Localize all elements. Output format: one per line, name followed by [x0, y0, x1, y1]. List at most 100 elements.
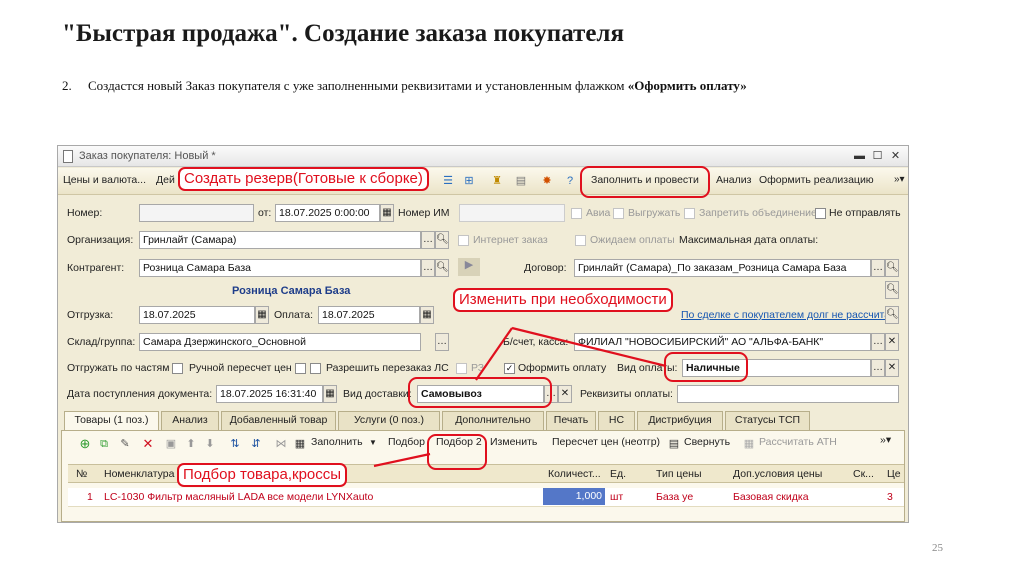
shipment-date-field[interactable]: 18.07.2025 — [139, 306, 255, 324]
sort-desc-icon[interactable]: ⇵ — [249, 437, 263, 451]
change-button[interactable]: Изменить — [490, 436, 537, 448]
number-field[interactable] — [139, 204, 254, 222]
hierarchy-icon[interactable]: ♜ — [490, 174, 504, 188]
tab-distribution[interactable]: Дистрибуция — [637, 411, 723, 430]
col-price-conditions[interactable]: Доп.условия цены — [733, 468, 822, 480]
contract-field[interactable]: Гринлайт (Самара)_По заказам_Розница Сам… — [574, 259, 871, 277]
edit-row-icon[interactable]: ✎ — [118, 437, 132, 451]
side-action-icon[interactable]: 🔍︎ — [885, 306, 899, 324]
contractor-open-icon[interactable]: 🔍︎ — [435, 259, 449, 277]
report-icon[interactable]: ✸ — [540, 174, 554, 188]
contract-select-button[interactable]: … — [871, 259, 885, 277]
add-copy-icon[interactable]: ⧉ — [97, 437, 111, 451]
im-number-field[interactable] — [459, 204, 565, 222]
col-number[interactable]: № — [76, 468, 87, 480]
row-quantity[interactable]: 1,000 — [543, 488, 605, 505]
tab-ns[interactable]: НС — [598, 411, 635, 430]
upload-checkbox[interactable] — [613, 208, 624, 219]
payment-calendar-icon[interactable]: ▦ — [420, 306, 434, 324]
actions-menu[interactable]: Дей — [156, 174, 175, 186]
analysis-button[interactable]: Анализ — [716, 174, 751, 186]
account-select-button[interactable]: … — [871, 333, 885, 351]
delete-row-icon[interactable]: ✕ — [141, 437, 155, 451]
side-search-icon[interactable]: 🔍︎ — [885, 281, 899, 299]
calc-atn-icon[interactable]: ▦ — [742, 437, 756, 451]
delivery-clear-icon[interactable]: ✕ — [558, 385, 572, 403]
allow-reorder-checkbox[interactable] — [310, 363, 321, 374]
col-discount[interactable]: Ск... — [853, 468, 874, 480]
col-quantity[interactable]: Количест... — [548, 468, 601, 480]
ship-parts-checkbox[interactable] — [172, 363, 183, 374]
no-merge-checkbox[interactable] — [684, 208, 695, 219]
warehouse-field[interactable]: Самара Дзержинского_Основной — [139, 333, 421, 351]
fill-button[interactable]: Заполнить — [311, 436, 363, 448]
help-icon[interactable]: ? — [563, 174, 577, 188]
payment-details-field[interactable] — [677, 385, 899, 403]
account-clear-icon[interactable]: ✕ — [885, 333, 899, 351]
organization-field[interactable]: Гринлайт (Самара) — [139, 231, 421, 249]
row-item[interactable]: LC-1030 Фильтр масляный LADA все модели … — [104, 491, 373, 503]
row-price-type[interactable]: База уе — [656, 491, 693, 503]
warehouse-select-button[interactable]: … — [435, 333, 449, 351]
tab-goods[interactable]: Товары (1 поз.) — [64, 411, 159, 431]
receipt-calendar-icon[interactable]: ▦ — [323, 385, 337, 403]
internet-order-checkbox[interactable] — [458, 235, 469, 246]
collapse-button[interactable]: Свернуть — [684, 436, 730, 448]
recalc-prices-button[interactable]: Пересчет цен (неотгр) — [552, 436, 660, 448]
calendar-icon[interactable]: ▦ — [380, 204, 394, 222]
col-unit[interactable]: Ед. — [610, 468, 626, 480]
create-sale-button[interactable]: Оформить реализацию — [759, 174, 874, 186]
receipt-date-field[interactable]: 18.07.2025 16:31:40 — [216, 385, 323, 403]
tab-added-goods[interactable]: Добавленный товар — [221, 411, 336, 430]
contractor-field[interactable]: Розница Самара База — [139, 259, 421, 277]
table-row[interactable]: 1 LC-1030 Фильтр масляный LADA все модел… — [68, 488, 904, 507]
move-down-icon[interactable]: ⬇ — [203, 437, 217, 451]
tab-tsp-statuses[interactable]: Статусы ТСП — [725, 411, 810, 430]
move-up-icon[interactable]: ⬆ — [184, 437, 198, 451]
organization-select-button[interactable]: … — [421, 231, 435, 249]
awaiting-payment-checkbox[interactable] — [575, 235, 586, 246]
sort-asc-icon[interactable]: ⇅ — [228, 437, 242, 451]
tab-print[interactable]: Печать — [546, 411, 596, 430]
contract-open-icon[interactable]: 🔍︎ — [885, 259, 899, 277]
rz-checkbox[interactable] — [456, 363, 467, 374]
no-send-checkbox[interactable] — [815, 208, 826, 219]
col-nomenclature[interactable]: Номенклатура — [104, 468, 174, 480]
maximize-icon[interactable]: ☐ — [870, 149, 885, 163]
shipment-calendar-icon[interactable]: ▦ — [255, 306, 269, 324]
debt-link[interactable]: По сделке с покупателем долг не рассчита… — [681, 309, 896, 321]
row-price-conditions[interactable]: Базовая скидка — [733, 491, 809, 503]
date-field[interactable]: 18.07.2025 0:00:00 — [275, 204, 380, 222]
end-edit-icon[interactable]: ▣ — [164, 437, 178, 451]
collapse-icon[interactable]: ▤ — [667, 437, 681, 451]
close-icon[interactable]: ✕ — [888, 149, 903, 163]
contractor-select-button[interactable]: … — [421, 259, 435, 277]
fill-dropdown-icon[interactable]: ▼ — [369, 438, 377, 447]
make-payment-checkbox[interactable]: ✓ — [504, 363, 515, 374]
scan-barcode-icon[interactable]: ▶ — [458, 258, 480, 276]
organization-open-icon[interactable]: 🔍︎ — [435, 231, 449, 249]
tab-services[interactable]: Услуги (0 поз.) — [338, 411, 440, 430]
print-icon[interactable]: ▤ — [514, 174, 528, 188]
prices-currency-button[interactable]: Цены и валюта... — [63, 174, 146, 186]
tab-additional[interactable]: Дополнительно — [442, 411, 544, 430]
select-button[interactable]: Подбор — [388, 436, 425, 448]
col-price[interactable]: Це — [887, 468, 901, 480]
grid-more-icon[interactable]: »▾ — [880, 434, 891, 446]
payment-date-field[interactable]: 18.07.2025 — [318, 306, 420, 324]
account-field[interactable]: ФИЛИАЛ "НОВОСИБИРСКИЙ" АО "АЛЬФА-БАНК" — [574, 333, 871, 351]
structure-icon[interactable]: ⊞ — [462, 174, 476, 188]
minimize-icon[interactable]: ▬ — [852, 149, 867, 163]
col-price-type[interactable]: Тип цены — [656, 468, 702, 480]
calc-atn-button[interactable]: Рассчитать АТН — [759, 436, 837, 448]
add-row-icon[interactable]: ⊕ — [78, 437, 92, 451]
fill-table-icon[interactable]: ▦ — [293, 437, 307, 451]
table-edit-icon[interactable]: ☰ — [441, 174, 455, 188]
row-unit[interactable]: шт — [610, 491, 623, 503]
avia-checkbox[interactable] — [571, 208, 582, 219]
split-icon[interactable]: ⋈ — [274, 437, 288, 451]
payment-type-clear-icon[interactable]: ✕ — [885, 359, 899, 377]
row-price[interactable]: 3 — [887, 491, 893, 503]
tab-analysis[interactable]: Анализ — [161, 411, 219, 430]
toolbar-more-icon[interactable]: »▾ — [894, 174, 905, 185]
